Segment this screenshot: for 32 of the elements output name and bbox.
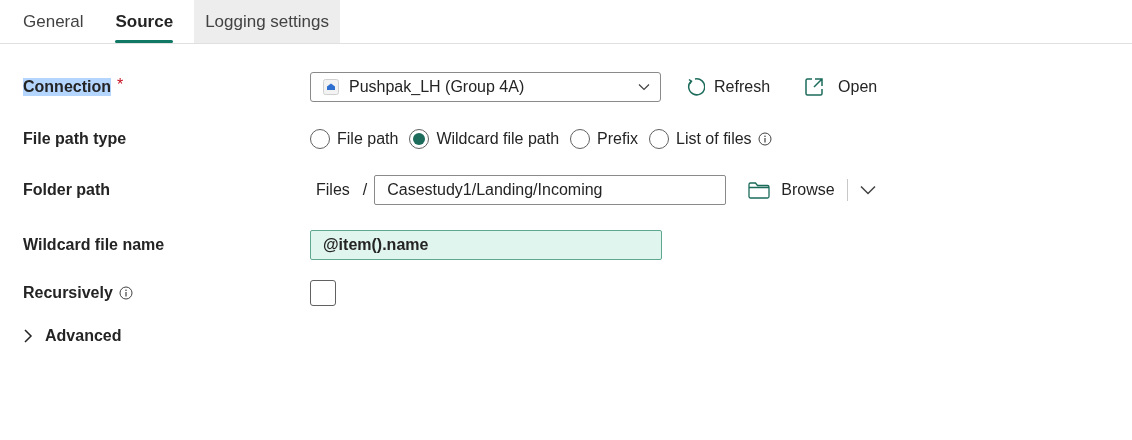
chevron-down-icon (638, 83, 650, 91)
connection-dropdown[interactable]: Pushpak_LH (Group 4A) (310, 72, 661, 102)
radio-option[interactable]: List of files (649, 129, 752, 149)
required-mark: * (117, 76, 124, 94)
chevron-down-icon[interactable] (859, 185, 876, 195)
advanced-expander[interactable]: Advanced (23, 327, 122, 345)
tab[interactable]: Logging settings (194, 0, 340, 43)
info-icon[interactable] (118, 286, 133, 300)
path-separator: / (362, 181, 368, 199)
radio-option[interactable]: Wildcard file path (409, 129, 560, 149)
open-button[interactable]: Open (804, 77, 878, 97)
info-icon[interactable] (757, 132, 772, 146)
lakehouse-icon (323, 79, 339, 95)
refresh-button[interactable]: Refresh (685, 77, 771, 97)
folder-icon (748, 181, 771, 199)
field-label: Folder path (23, 181, 111, 199)
wildcard-file-name-field[interactable]: @item().name (310, 230, 662, 260)
radio-option[interactable]: Prefix (570, 129, 638, 149)
open-external-icon (804, 77, 825, 97)
tab[interactable]: Source (104, 0, 185, 43)
chevron-right-icon (23, 328, 33, 344)
field-label: Recursively (23, 284, 113, 302)
tab[interactable]: General (12, 0, 95, 43)
field-label: Connection (23, 78, 111, 96)
refresh-icon (685, 77, 705, 97)
path-root: Files (316, 181, 350, 199)
checkbox[interactable] (310, 280, 336, 306)
radio-option[interactable]: File path (310, 129, 399, 149)
folder-path-field[interactable]: Casestudy1/Landing/Incoming (374, 175, 727, 205)
browse-button[interactable]: Browse (748, 181, 835, 199)
field-label: File path type (23, 130, 127, 148)
field-label: Wildcard file name (23, 236, 165, 254)
